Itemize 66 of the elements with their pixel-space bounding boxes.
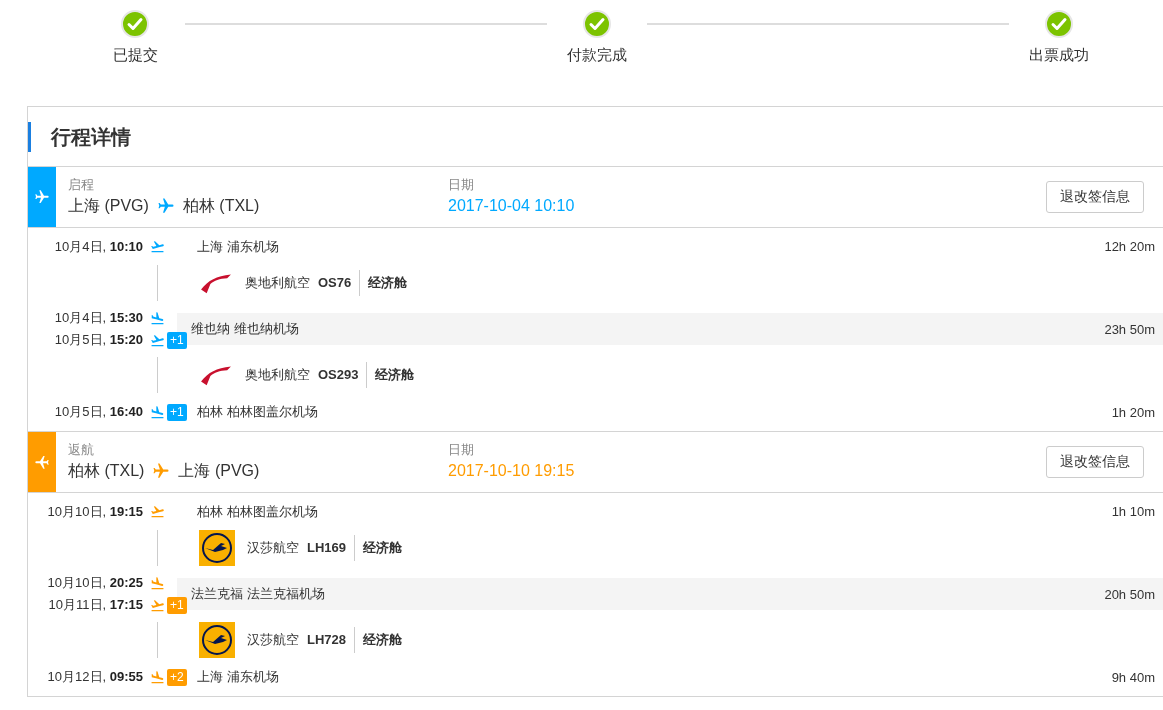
duration-text: 20h 50m	[1104, 586, 1155, 602]
takeoff-icon	[150, 239, 165, 254]
airport-name: 柏林 柏林图盖尔机场	[197, 502, 318, 521]
time-text: 10月4日, 15:30	[53, 309, 143, 327]
landing-icon	[150, 404, 165, 420]
takeoff-icon	[150, 332, 165, 348]
leg-label: 启程	[68, 176, 95, 194]
flight-number: OS76	[318, 270, 361, 296]
leg-label: 返航	[68, 441, 95, 459]
cabin-class: 经济舱	[374, 366, 415, 384]
origin-city: 上海 (PVG)	[68, 196, 149, 216]
flight-number: LH169	[307, 535, 356, 561]
airline-name: 奥地利航空	[245, 366, 310, 384]
date-label: 日期	[448, 176, 475, 194]
bird-logo-icon	[199, 622, 235, 658]
cabin-class: 经济舱	[362, 539, 403, 557]
date-label: 日期	[448, 441, 475, 459]
time-text: 10月10日, 19:15	[46, 502, 143, 521]
time-text: 10月5日, 16:40	[53, 403, 143, 421]
day-offset-badge: +2	[167, 668, 187, 686]
time-text: 10月10日, 20:25	[46, 574, 143, 592]
bird-logo-icon	[199, 530, 235, 566]
airport-name: 上海 浦东机场	[197, 237, 279, 256]
airline-name: 汉莎航空	[247, 631, 299, 649]
duration-text: 23h 50m	[1104, 321, 1155, 337]
airline-name: 奥地利航空	[245, 274, 310, 292]
takeoff-icon	[150, 504, 165, 519]
day-offset-badge: +1	[167, 403, 187, 421]
step-label: 已提交	[112, 46, 158, 65]
airline-name: 汉莎航空	[247, 539, 299, 557]
refund-change-button[interactable]: 退改签信息	[1046, 446, 1144, 478]
flight-number: LH728	[307, 627, 356, 653]
step-label: 出票成功	[1029, 46, 1089, 65]
day-offset-badge: +1	[167, 331, 187, 349]
airport-name: 柏林 柏林图盖尔机场	[197, 403, 318, 421]
destination-city: 柏林 (TXL)	[182, 196, 260, 216]
day-offset-badge: +1	[167, 596, 187, 614]
section-title: 行程详情	[28, 122, 1163, 152]
origin-city: 柏林 (TXL)	[68, 461, 145, 481]
step-label: 付款完成	[567, 46, 627, 65]
plane-icon	[156, 197, 175, 215]
airport-name: 上海 浦东机场	[197, 668, 279, 686]
landing-icon	[150, 669, 165, 685]
airport-name: 法兰克福 法兰克福机场	[191, 585, 325, 603]
flight-number: OS293	[318, 362, 368, 388]
time-text: 10月12日, 09:55	[46, 668, 143, 686]
destination-city: 上海 (PVG)	[178, 461, 260, 481]
duration-text: 12h 20m	[1104, 239, 1155, 254]
airport-name: 维也纳 维也纳机场	[191, 320, 299, 338]
landing-icon	[150, 310, 165, 326]
duration-text: 1h 20m	[1111, 404, 1155, 420]
time-text: 10月4日, 10:10	[53, 237, 143, 256]
duration-text: 9h 40m	[1111, 669, 1155, 685]
date-value: 2017-10-04 10:10	[448, 196, 576, 216]
cabin-class: 经济舱	[362, 631, 403, 649]
landing-icon	[150, 575, 165, 591]
time-text: 10月5日, 15:20	[53, 331, 143, 349]
plane-icon	[152, 462, 171, 480]
time-text: 10月11日, 17:15	[47, 596, 143, 614]
plane-icon	[34, 189, 50, 205]
takeoff-icon	[150, 597, 165, 613]
duration-text: 1h 10m	[1111, 504, 1155, 519]
plane-icon	[34, 454, 50, 470]
refund-change-button[interactable]: 退改签信息	[1046, 181, 1144, 213]
date-value: 2017-10-10 19:15	[448, 461, 576, 481]
cabin-class: 经济舱	[367, 274, 408, 292]
